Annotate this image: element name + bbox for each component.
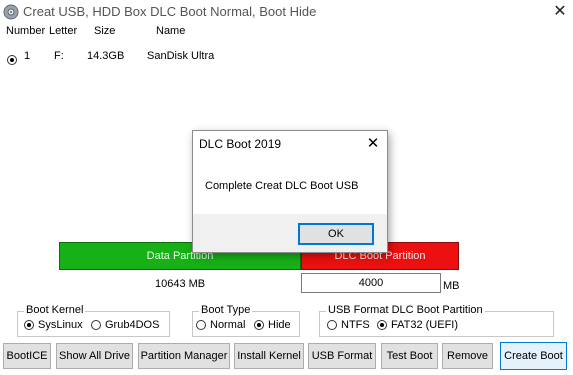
column-header-letter: Letter <box>49 25 78 37</box>
partition-manager-button[interactable]: Partition Manager <box>138 343 230 369</box>
dialog-close-icon[interactable]: ✕ <box>363 134 383 154</box>
create-boot-button[interactable]: Create Boot <box>500 342 567 370</box>
usb-format-group: USB Format DLC Boot Partition NTFS FAT32… <box>319 304 554 337</box>
data-partition-size: 10643 MB <box>155 278 206 290</box>
normal-label: Normal <box>210 319 246 331</box>
normal-radio[interactable] <box>196 320 206 330</box>
hide-label: Hide <box>268 319 291 331</box>
grub4dos-radio[interactable] <box>91 320 101 330</box>
usb-format-label: USB Format DLC Boot Partition <box>326 304 485 316</box>
app-icon <box>3 4 19 20</box>
close-icon[interactable]: ✕ <box>550 2 570 22</box>
dialog-footer: OK <box>193 214 387 252</box>
boot-partition-size-input[interactable] <box>301 273 441 293</box>
drive-name: SanDisk Ultra <box>147 50 215 62</box>
boot-kernel-group: Boot Kernel SysLinux Grub4DOS <box>17 304 170 337</box>
dialog-title: DLC Boot 2019 <box>199 137 282 151</box>
column-header-number: Number <box>6 25 46 37</box>
show-all-drive-button[interactable]: Show All Drive <box>56 343 133 369</box>
install-kernel-button[interactable]: Install Kernel <box>234 343 304 369</box>
column-header-size: Size <box>94 25 116 37</box>
fat32-radio[interactable] <box>377 320 387 330</box>
syslinux-option[interactable]: SysLinux <box>24 319 83 331</box>
usb-format-button[interactable]: USB Format <box>308 343 376 369</box>
ntfs-radio[interactable] <box>327 320 337 330</box>
title-bar: Creat USB, HDD Box DLC Boot Normal, Boot… <box>0 0 573 24</box>
syslinux-radio[interactable] <box>24 320 34 330</box>
grub4dos-option[interactable]: Grub4DOS <box>91 319 159 331</box>
boot-size-unit: MB <box>443 280 460 292</box>
fat32-option[interactable]: FAT32 (UEFI) <box>377 319 458 331</box>
message-dialog: DLC Boot 2019 ✕ Complete Creat DLC Boot … <box>192 130 388 253</box>
boot-type-label: Boot Type <box>199 304 253 316</box>
hide-radio[interactable] <box>254 320 264 330</box>
drive-number: 1 <box>24 50 31 62</box>
hide-option[interactable]: Hide <box>254 319 291 331</box>
normal-option[interactable]: Normal <box>196 319 245 331</box>
dialog-message: Complete Creat DLC Boot USB <box>205 180 359 192</box>
remove-button[interactable]: Remove <box>442 343 493 369</box>
drive-letter: F: <box>54 50 64 62</box>
drive-size: 14.3GB <box>87 50 125 62</box>
column-header-name: Name <box>156 25 186 37</box>
bootice-button[interactable]: BootICE <box>3 343 51 369</box>
fat32-label: FAT32 (UEFI) <box>391 319 459 331</box>
ntfs-label: NTFS <box>341 319 370 331</box>
window-title: Creat USB, HDD Box DLC Boot Normal, Boot… <box>23 4 317 19</box>
dialog-ok-button[interactable]: OK <box>298 223 374 245</box>
grub4dos-label: Grub4DOS <box>105 319 160 331</box>
boot-type-group: Boot Type Normal Hide <box>192 304 300 337</box>
test-boot-button[interactable]: Test Boot <box>381 343 438 369</box>
drive-select-radio[interactable] <box>7 54 17 65</box>
ntfs-option[interactable]: NTFS <box>327 319 370 331</box>
syslinux-label: SysLinux <box>38 319 83 331</box>
boot-kernel-label: Boot Kernel <box>24 304 86 316</box>
